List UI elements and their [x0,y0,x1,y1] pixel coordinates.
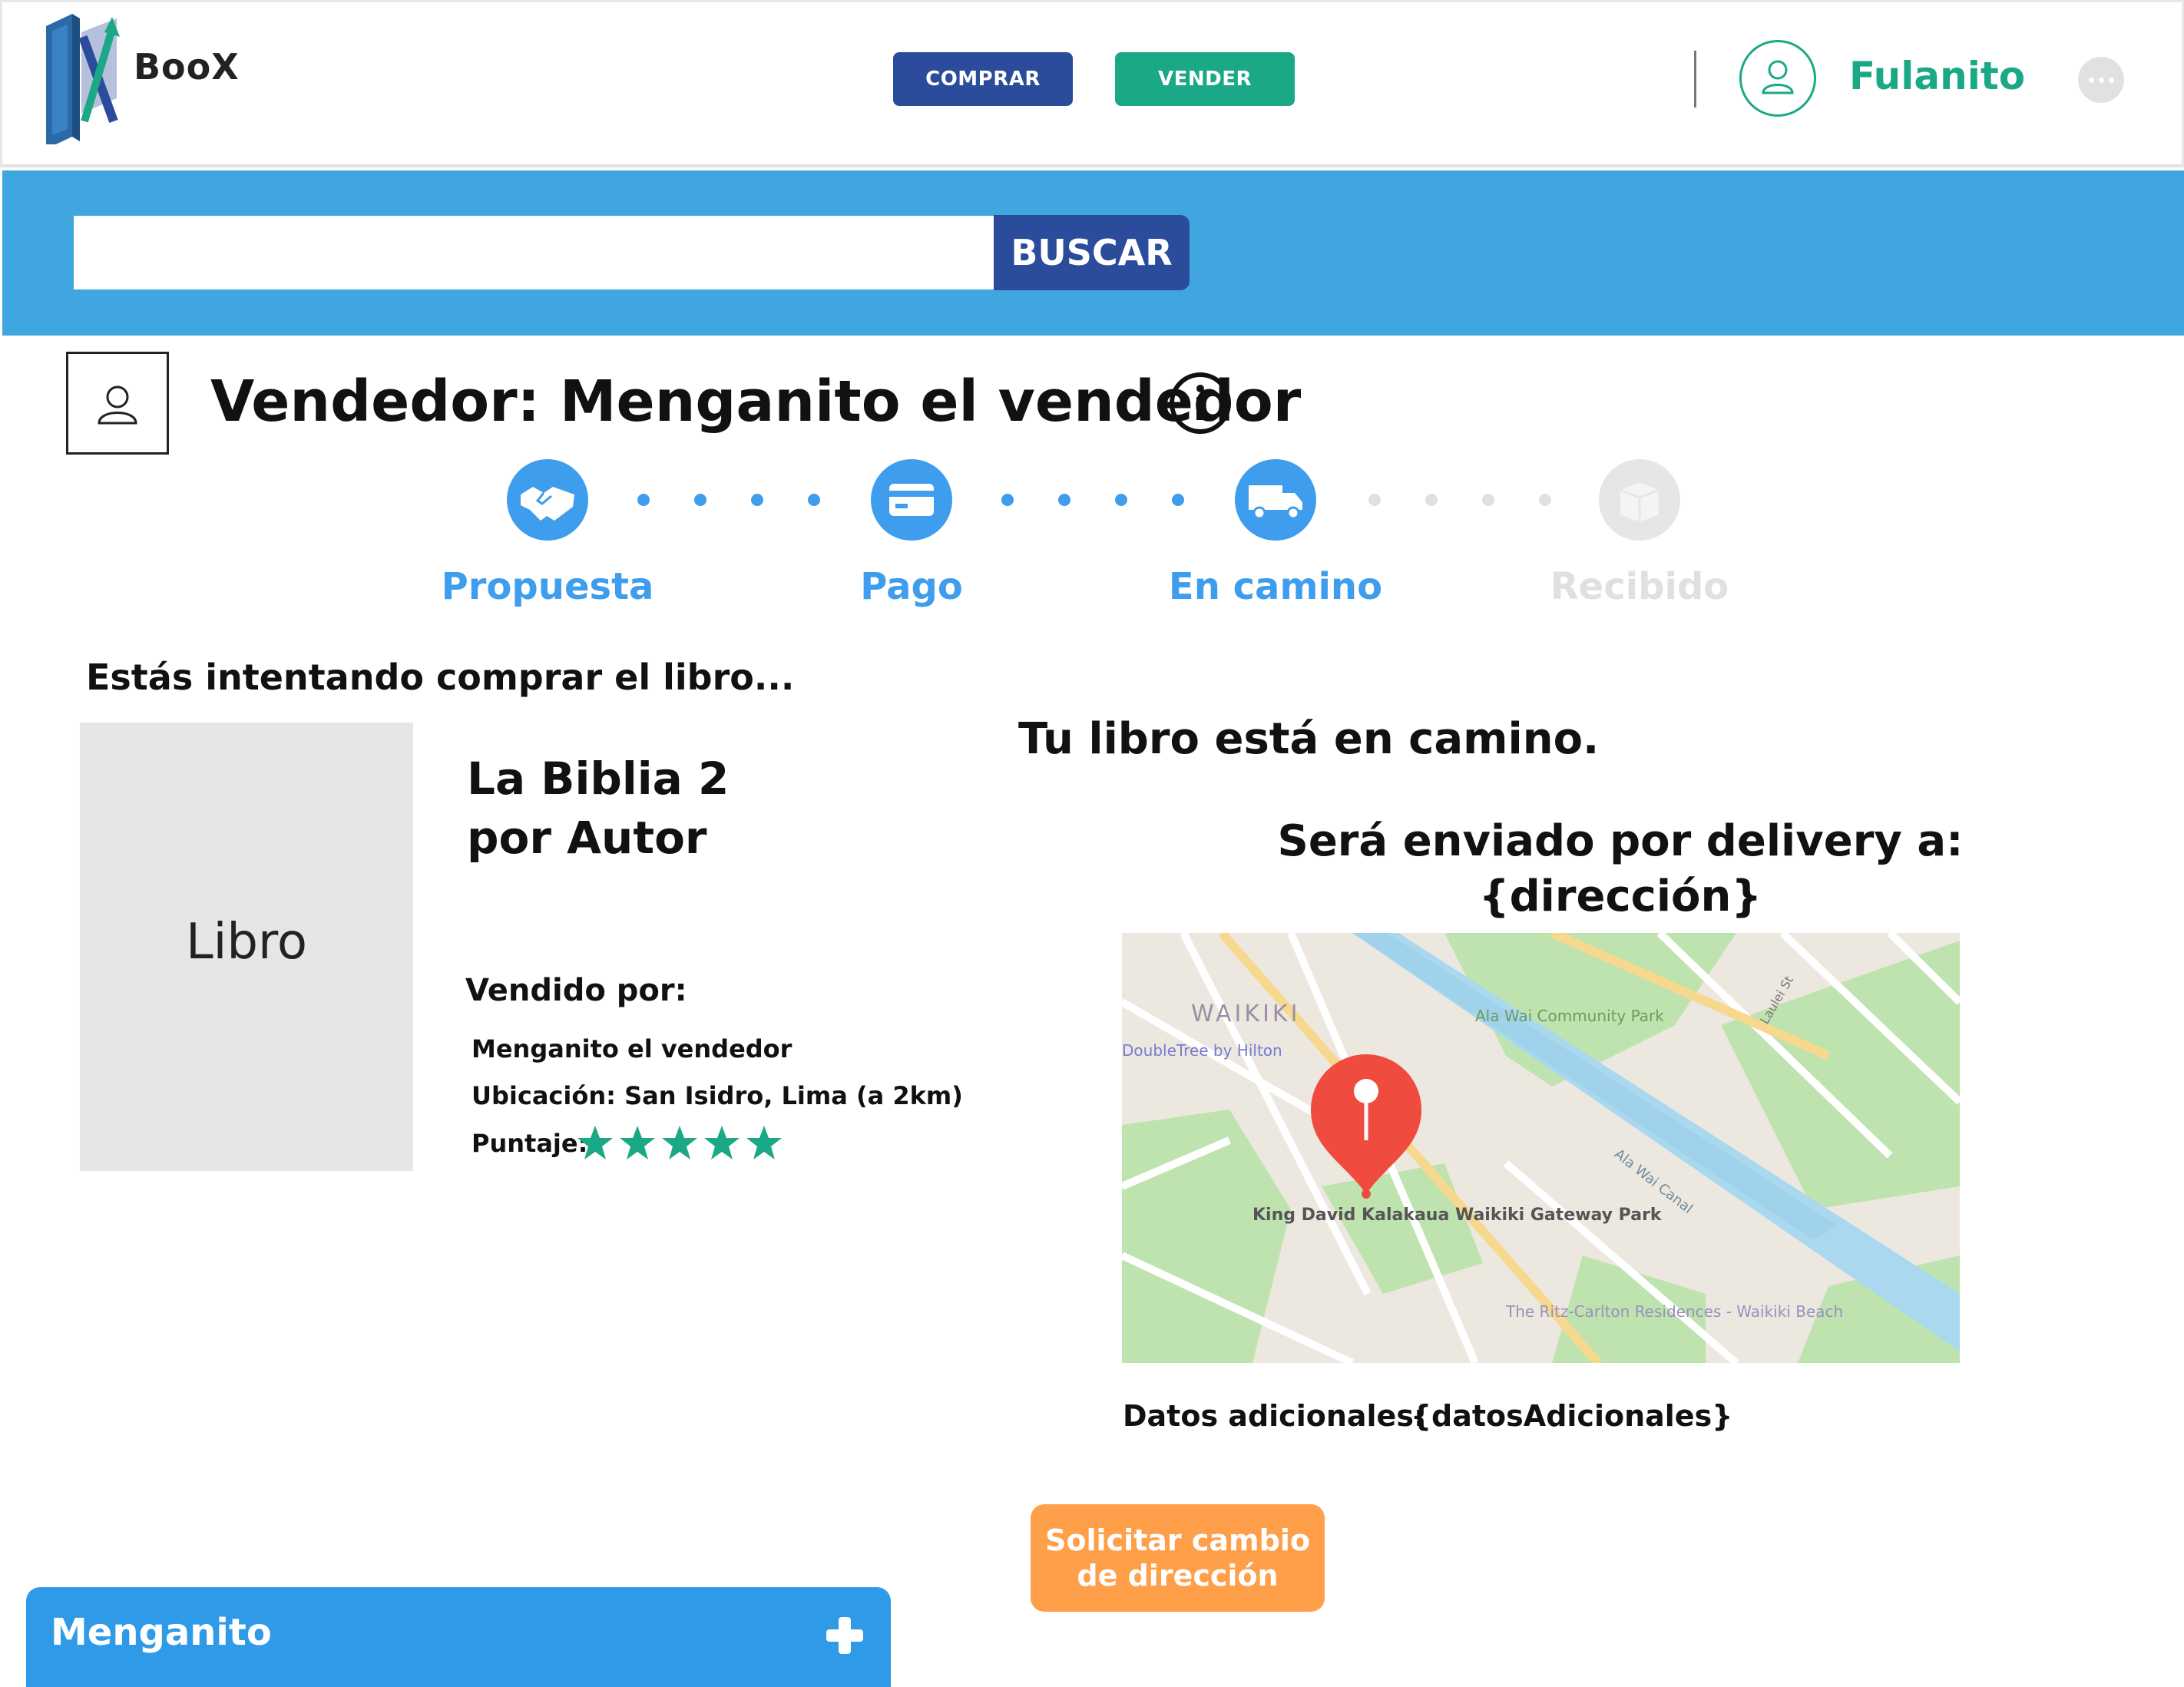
star-icon [662,1126,697,1159]
seller-location: Ubicación: San Isidro, Lima (a 2km) [472,1081,963,1110]
step-dot [1172,494,1184,506]
boox-logo-icon[interactable] [37,6,121,144]
buy-button[interactable]: COMPRAR [893,52,1073,106]
map-graphic: WAIKIKI Ala Wai Community Park DoubleTre… [1122,933,1960,1363]
map-label: King David Kalakaua Waikiki Gateway Park [1252,1206,1663,1225]
rating-stars [576,1124,787,1166]
chat-contact-name[interactable]: Menganito [51,1611,272,1654]
step-dot [1368,494,1381,506]
step-label: Propuesta [441,565,654,608]
sold-by-label: Vendido por: [465,973,687,1008]
step-dot [1001,494,1014,506]
step-recibido [1599,459,1680,541]
step-dot [1482,494,1494,506]
map-label: DoubleTree by Hilton [1122,1041,1282,1060]
step-label: Recibido [1550,565,1729,608]
intro-text: Estás intentando comprar el libro... [86,657,795,698]
seller-heading: Vendedor: Menganito el vendedor [210,369,1302,435]
star-icon [577,1126,613,1159]
book-title: La Biblia 2 [467,753,730,805]
search-button[interactable]: BUSCAR [994,215,1190,290]
delivery-line: Será enviado por delivery a: [1277,816,1964,866]
change-address-button[interactable]: Solicitar cambio de dirección [1031,1504,1325,1612]
step-dot [694,494,706,506]
rating-label: Puntaje: [472,1129,588,1158]
seller-name: Menganito el vendedor [472,1034,793,1063]
star-icon [746,1126,782,1159]
step-dot [1425,494,1438,506]
step-dot [1115,494,1127,506]
step-dot [637,494,650,506]
user-icon [1762,60,1794,94]
search-input[interactable] [74,216,994,289]
seller-avatar[interactable] [66,352,169,455]
user-icon [98,385,137,425]
delivery-destination: Será enviado por delivery a: {dirección} [1152,814,2089,925]
book-author: por Autor [467,812,707,864]
extra-data-label: Datos adicionales: [1123,1399,1426,1433]
step-label: Pago [860,565,963,608]
map-label: The Ritz-Carlton Residences - Waikiki Be… [1505,1302,1843,1321]
step-dot [1539,494,1551,506]
brand-name: BooX [134,46,240,88]
extra-data-value: {datosAdicionales} [1411,1399,1733,1433]
delivery-status: Tu libro está en camino. [1018,714,1600,764]
plus-icon[interactable] [825,1616,865,1656]
map-label: Ala Wai Community Park [1475,1007,1664,1025]
sell-button[interactable]: VENDER [1115,52,1295,106]
delivery-truck-icon [1249,485,1302,520]
star-icon [704,1126,740,1159]
delivery-address: {dirección} [1478,872,1762,921]
package-box-icon [1620,482,1660,522]
step-label: En camino [1168,565,1383,608]
step-propuesta [507,459,588,541]
username[interactable]: Fulanito [1849,54,2025,98]
user-avatar[interactable] [1739,40,1816,117]
header-divider [1694,51,1696,108]
step-dot [1058,494,1070,506]
book-cover-label: Libro [185,914,308,971]
step-en-camino [1235,459,1316,541]
step-dot [751,494,763,506]
step-dot [808,494,820,506]
step-pago [871,459,952,541]
delivery-map[interactable]: WAIKIKI Ala Wai Community Park DoubleTre… [1122,933,1960,1363]
info-icon[interactable] [1169,372,1232,435]
credit-card-icon [889,484,934,516]
star-icon [620,1126,655,1159]
more-options-icon[interactable] [2078,57,2124,103]
handshake-icon [521,487,574,521]
map-label: WAIKIKI [1191,1001,1300,1027]
